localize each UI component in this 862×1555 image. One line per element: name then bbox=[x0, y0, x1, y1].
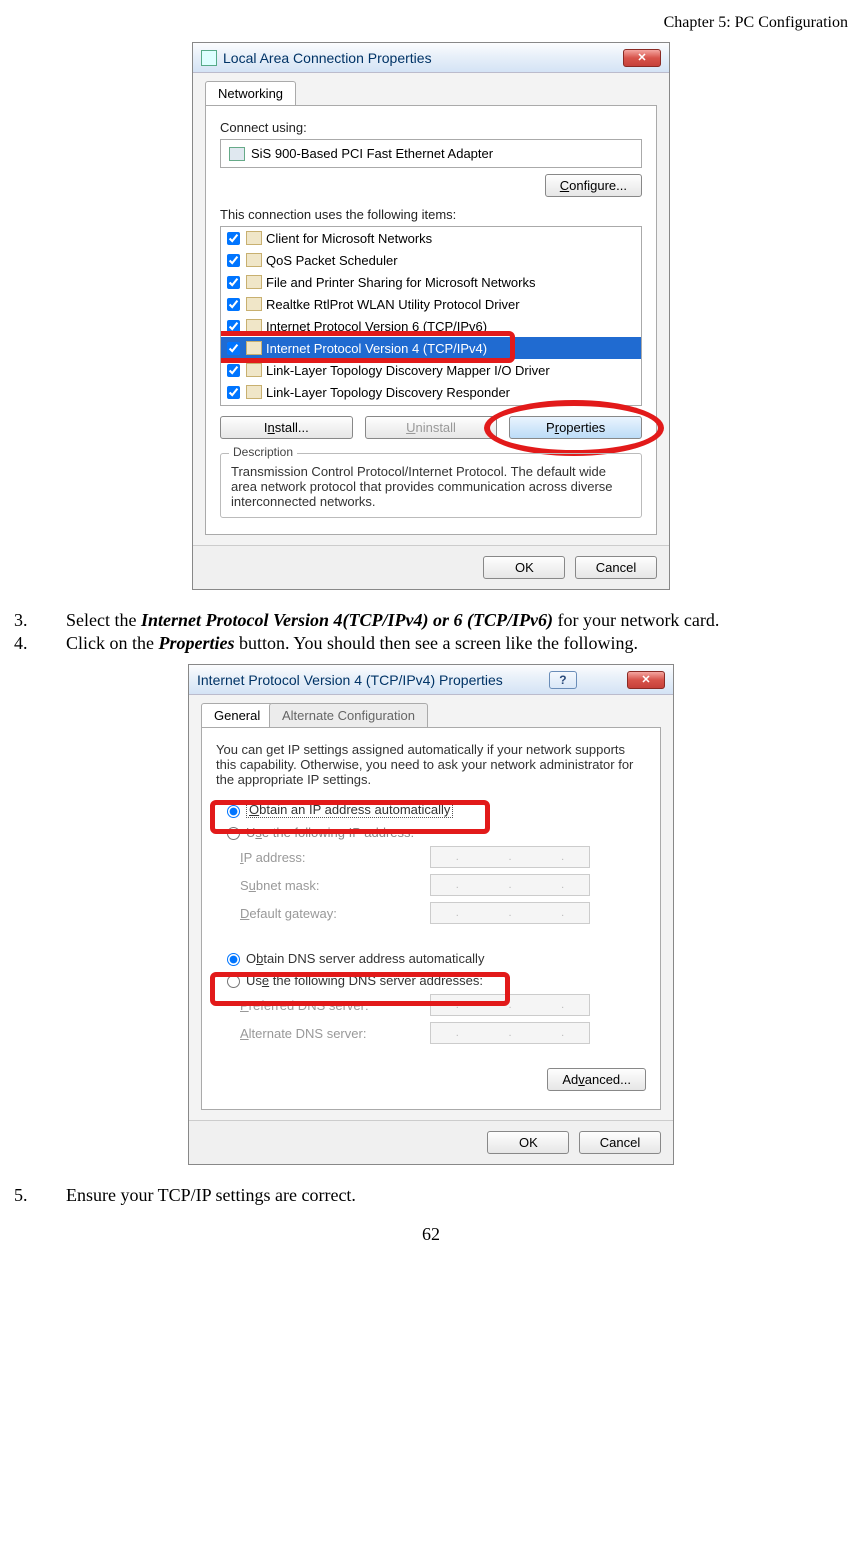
description-legend: Description bbox=[229, 445, 297, 459]
checkbox[interactable] bbox=[227, 364, 240, 377]
adapter-field[interactable]: SiS 900-Based PCI Fast Ethernet Adapter bbox=[220, 139, 642, 168]
cancel-button[interactable]: Cancel bbox=[575, 556, 657, 579]
description-text: Transmission Control Protocol/Internet P… bbox=[231, 464, 631, 509]
close-button[interactable]: ✕ bbox=[627, 671, 665, 689]
page-number: 62 bbox=[8, 1224, 854, 1245]
network-icon bbox=[201, 50, 217, 66]
list-item[interactable]: File and Printer Sharing for Microsoft N… bbox=[221, 271, 641, 293]
ip-input: ... bbox=[430, 902, 590, 924]
dialog-lan-properties: Local Area Connection Properties ✕ Netwo… bbox=[192, 42, 670, 590]
preferred-dns-field: Preferred DNS server: ... bbox=[240, 994, 646, 1016]
ip-address-field: IP address: ... bbox=[240, 846, 646, 868]
radio-input[interactable] bbox=[227, 953, 240, 966]
subnet-field: Subnet mask: ... bbox=[240, 874, 646, 896]
radio-ip-auto[interactable]: Obtain an IP address automatically bbox=[222, 801, 646, 818]
list-item[interactable]: Link-Layer Topology Discovery Mapper I/O… bbox=[221, 359, 641, 381]
items-listbox[interactable]: Client for Microsoft Networks QoS Packet… bbox=[220, 226, 642, 406]
protocol-icon bbox=[246, 297, 262, 311]
items-label: This connection uses the following items… bbox=[220, 207, 642, 222]
ok-button[interactable]: OK bbox=[487, 1131, 569, 1154]
dialog-footer: OK Cancel bbox=[189, 1120, 673, 1164]
step-3: 3. Select the Internet Protocol Version … bbox=[14, 610, 848, 631]
gateway-field: Default gateway: ... bbox=[240, 902, 646, 924]
figure-2: Internet Protocol Version 4 (TCP/IPv4) P… bbox=[8, 664, 854, 1165]
list-item[interactable]: Realtke RtlProt WLAN Utility Protocol Dr… bbox=[221, 293, 641, 315]
protocol-icon bbox=[246, 319, 262, 333]
protocol-icon bbox=[246, 363, 262, 377]
client-icon bbox=[246, 231, 262, 245]
checkbox[interactable] bbox=[227, 298, 240, 311]
list-item[interactable]: QoS Packet Scheduler bbox=[221, 249, 641, 271]
step-4: 4. Click on the Properties button. You s… bbox=[14, 633, 848, 654]
checkbox[interactable] bbox=[227, 254, 240, 267]
checkbox[interactable] bbox=[227, 320, 240, 333]
ip-input: ... bbox=[430, 846, 590, 868]
radio-input[interactable] bbox=[227, 827, 240, 840]
uninstall-button[interactable]: Uninstall bbox=[365, 416, 498, 439]
description-group: Description Transmission Control Protoco… bbox=[220, 453, 642, 518]
ip-input: ... bbox=[430, 874, 590, 896]
radio-ip-manual[interactable]: Use the following IP address: bbox=[222, 824, 646, 840]
dialog-ipv4-properties: Internet Protocol Version 4 (TCP/IPv4) P… bbox=[188, 664, 674, 1165]
tab-general[interactable]: General bbox=[201, 703, 273, 727]
chapter-header: Chapter 5: PC Configuration bbox=[8, 14, 848, 32]
list-item[interactable]: Link-Layer Topology Discovery Responder bbox=[221, 381, 641, 403]
share-icon bbox=[246, 275, 262, 289]
ok-button[interactable]: OK bbox=[483, 556, 565, 579]
protocol-icon bbox=[246, 385, 262, 399]
intro-text: You can get IP settings assigned automat… bbox=[216, 742, 646, 787]
alternate-dns-field: Alternate DNS server: ... bbox=[240, 1022, 646, 1044]
advanced-button[interactable]: Advanced... bbox=[547, 1068, 646, 1091]
checkbox[interactable] bbox=[227, 232, 240, 245]
checkbox[interactable] bbox=[227, 276, 240, 289]
list-item[interactable]: Internet Protocol Version 6 (TCP/IPv6) bbox=[221, 315, 641, 337]
step-5: 5. Ensure your TCP/IP settings are corre… bbox=[14, 1185, 848, 1206]
titlebar: Local Area Connection Properties ✕ bbox=[193, 43, 669, 73]
properties-button[interactable]: Properties bbox=[509, 416, 642, 439]
checkbox[interactable] bbox=[227, 386, 240, 399]
radio-input[interactable] bbox=[227, 805, 240, 818]
radio-input[interactable] bbox=[227, 975, 240, 988]
protocol-icon bbox=[246, 341, 262, 355]
window-title: Local Area Connection Properties bbox=[223, 50, 432, 66]
install-button[interactable]: Install... bbox=[220, 416, 353, 439]
checkbox[interactable] bbox=[227, 342, 240, 355]
ip-input: ... bbox=[430, 994, 590, 1016]
window-title: Internet Protocol Version 4 (TCP/IPv4) P… bbox=[197, 672, 503, 688]
list-item[interactable]: Client for Microsoft Networks bbox=[221, 227, 641, 249]
close-button[interactable]: ✕ bbox=[623, 49, 661, 67]
tab-alternate[interactable]: Alternate Configuration bbox=[269, 703, 428, 727]
adapter-name: SiS 900-Based PCI Fast Ethernet Adapter bbox=[251, 146, 493, 161]
radio-dns-auto[interactable]: Obtain DNS server address automatically bbox=[222, 950, 646, 966]
adapter-icon bbox=[229, 147, 245, 161]
tab-networking[interactable]: Networking bbox=[205, 81, 296, 105]
qos-icon bbox=[246, 253, 262, 267]
help-button[interactable]: ? bbox=[549, 671, 577, 689]
titlebar: Internet Protocol Version 4 (TCP/IPv4) P… bbox=[189, 665, 673, 695]
configure-button[interactable]: Configure... bbox=[545, 174, 642, 197]
dialog-footer: OK Cancel bbox=[193, 545, 669, 589]
connect-using-label: Connect using: bbox=[220, 120, 642, 135]
figure-1: Local Area Connection Properties ✕ Netwo… bbox=[8, 42, 854, 590]
ip-input: ... bbox=[430, 1022, 590, 1044]
cancel-button[interactable]: Cancel bbox=[579, 1131, 661, 1154]
list-item-selected[interactable]: Internet Protocol Version 4 (TCP/IPv4) bbox=[221, 337, 641, 359]
radio-dns-manual[interactable]: Use the following DNS server addresses: bbox=[222, 972, 646, 988]
